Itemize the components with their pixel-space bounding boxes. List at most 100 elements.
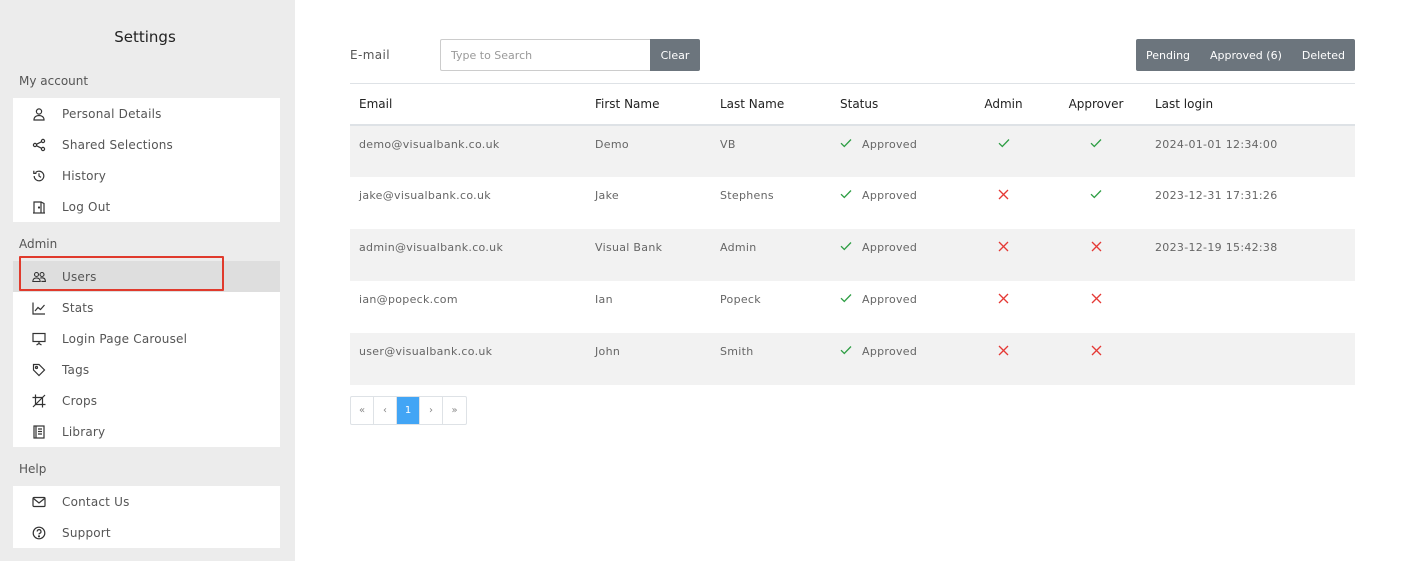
sidebar-item-label: Shared Selections	[62, 137, 174, 152]
mail-icon	[32, 495, 46, 509]
cross-icon	[1091, 345, 1102, 359]
table-row[interactable]: demo@visualbank.co.uk Demo VB Approved 2024-…	[350, 124, 1355, 177]
history-icon	[32, 169, 46, 183]
cell-first-name: Ian	[595, 293, 613, 306]
pagination-prev-button[interactable]: ‹	[374, 397, 397, 424]
sidebar-item-history[interactable]: History	[13, 160, 280, 191]
help-icon	[32, 526, 46, 540]
column-header-last-name[interactable]: Last Name	[711, 83, 831, 126]
column-header-admin[interactable]: Admin	[961, 83, 1046, 126]
menu-group-my-account: Personal Details Shared Selections Histo…	[13, 98, 280, 222]
share-icon	[32, 138, 46, 152]
clear-button[interactable]: Clear	[650, 39, 700, 71]
column-header-approver[interactable]: Approver	[1046, 83, 1146, 126]
status-text: Approved	[862, 293, 918, 306]
email-search-input[interactable]	[440, 39, 650, 71]
settings-sidebar: Settings My account Personal Details Sha…	[0, 0, 295, 561]
cross-icon	[998, 189, 1009, 203]
cell-status: Approved	[831, 229, 961, 281]
cell-last-login: 2023-12-31 17:31:26	[1155, 189, 1278, 202]
sidebar-item-label: Crops	[62, 393, 98, 408]
table-row[interactable]: admin@visualbank.co.uk Visual Bank Admin Ap…	[350, 228, 1355, 281]
selection-highlight	[19, 256, 224, 291]
sidebar-item-login-page-carousel[interactable]: Login Page Carousel	[13, 323, 280, 354]
cell-status: Approved	[831, 125, 961, 177]
sidebar-item-personal-details[interactable]: Personal Details	[13, 98, 280, 129]
sidebar-item-label: Log Out	[62, 199, 111, 214]
cell-approver	[1046, 177, 1146, 229]
check-icon	[840, 241, 862, 254]
pending-button[interactable]: Pending	[1136, 39, 1200, 71]
menu-group-help: Contact Us Support	[13, 486, 280, 548]
sidebar-item-label: Contact Us	[62, 494, 130, 509]
pagination-page-1[interactable]: 1	[397, 397, 420, 424]
cell-first-name: Visual Bank	[595, 241, 663, 254]
column-header-status[interactable]: Status	[831, 83, 961, 126]
cell-status: Approved	[831, 177, 961, 229]
cell-status: Approved	[831, 281, 961, 333]
sidebar-title: Settings	[114, 28, 176, 46]
table-row[interactable]: ian@popeck.com Ian Popeck Approved	[350, 281, 1355, 333]
cell-first-name: Jake	[595, 189, 619, 202]
cell-last-name: Smith	[720, 345, 754, 358]
cross-icon	[998, 241, 1009, 255]
sidebar-item-label: Personal Details	[62, 106, 162, 121]
sidebar-item-label: Library	[62, 424, 106, 439]
cell-first-name: John	[595, 345, 621, 358]
cell-last-name: Popeck	[720, 293, 761, 306]
cross-icon	[998, 293, 1009, 307]
sidebar-item-stats[interactable]: Stats	[13, 292, 280, 323]
section-label-admin: Admin	[19, 237, 58, 251]
pagination: « ‹ 1 › »	[350, 396, 467, 425]
sidebar-item-tags[interactable]: Tags	[13, 354, 280, 385]
sidebar-item-shared-selections[interactable]: Shared Selections	[13, 129, 280, 160]
cell-approver	[1046, 229, 1146, 281]
cell-approver	[1046, 125, 1146, 177]
library-icon	[32, 424, 46, 439]
email-filter-label: E-mail	[350, 48, 391, 62]
cell-first-name: Demo	[595, 137, 629, 151]
column-header-email[interactable]: Email	[350, 83, 586, 126]
check-icon	[840, 138, 862, 151]
sidebar-item-label: Login Page Carousel	[62, 331, 188, 346]
cell-last-login	[1146, 281, 1355, 333]
chart-icon	[32, 301, 46, 315]
cell-email: admin@visualbank.co.uk	[359, 241, 504, 254]
crop-icon	[32, 394, 46, 408]
cell-last-login	[1146, 333, 1355, 385]
pagination-next-button[interactable]: ›	[420, 397, 443, 424]
pagination-first-button[interactable]: «	[351, 397, 374, 424]
sidebar-item-crops[interactable]: Crops	[13, 385, 280, 416]
cell-email: ian@popeck.com	[359, 293, 458, 306]
cell-last-name: Stephens	[720, 189, 774, 202]
column-header-first-name[interactable]: First Name	[586, 83, 711, 126]
cell-last-name: VB	[720, 137, 736, 151]
pagination-last-button[interactable]: »	[443, 397, 466, 424]
cross-icon	[1091, 241, 1102, 255]
sidebar-item-library[interactable]: Library	[13, 416, 280, 447]
column-header-last-login[interactable]: Last login	[1146, 83, 1355, 126]
section-label-my-account: My account	[19, 74, 89, 88]
status-text: Approved	[862, 345, 918, 358]
presentation-icon	[32, 332, 46, 346]
cell-email: jake@visualbank.co.uk	[359, 189, 491, 202]
deleted-button[interactable]: Deleted	[1292, 39, 1355, 71]
sidebar-item-label: Stats	[62, 300, 94, 315]
cell-admin	[961, 229, 1046, 281]
sidebar-item-support[interactable]: Support	[13, 517, 280, 548]
status-filter-group: Pending Approved (6) Deleted	[1136, 39, 1355, 71]
section-label-help: Help	[19, 462, 47, 476]
table-row[interactable]: jake@visualbank.co.uk Jake Stephens Approve…	[350, 177, 1355, 229]
cell-last-name: Admin	[720, 241, 757, 254]
check-icon	[840, 293, 862, 306]
sidebar-item-contact-us[interactable]: Contact Us	[13, 486, 280, 517]
status-text: Approved	[862, 241, 918, 254]
sidebar-item-log-out[interactable]: Log Out	[13, 191, 280, 222]
check-icon	[840, 189, 862, 202]
approved-button[interactable]: Approved (6)	[1200, 39, 1292, 71]
cell-last-login: 2023-12-19 15:42:38	[1155, 241, 1278, 254]
user-icon	[32, 107, 46, 121]
check-icon	[998, 138, 1010, 151]
cell-admin	[961, 333, 1046, 385]
table-row[interactable]: user@visualbank.co.uk John Smith Approved	[350, 332, 1355, 385]
